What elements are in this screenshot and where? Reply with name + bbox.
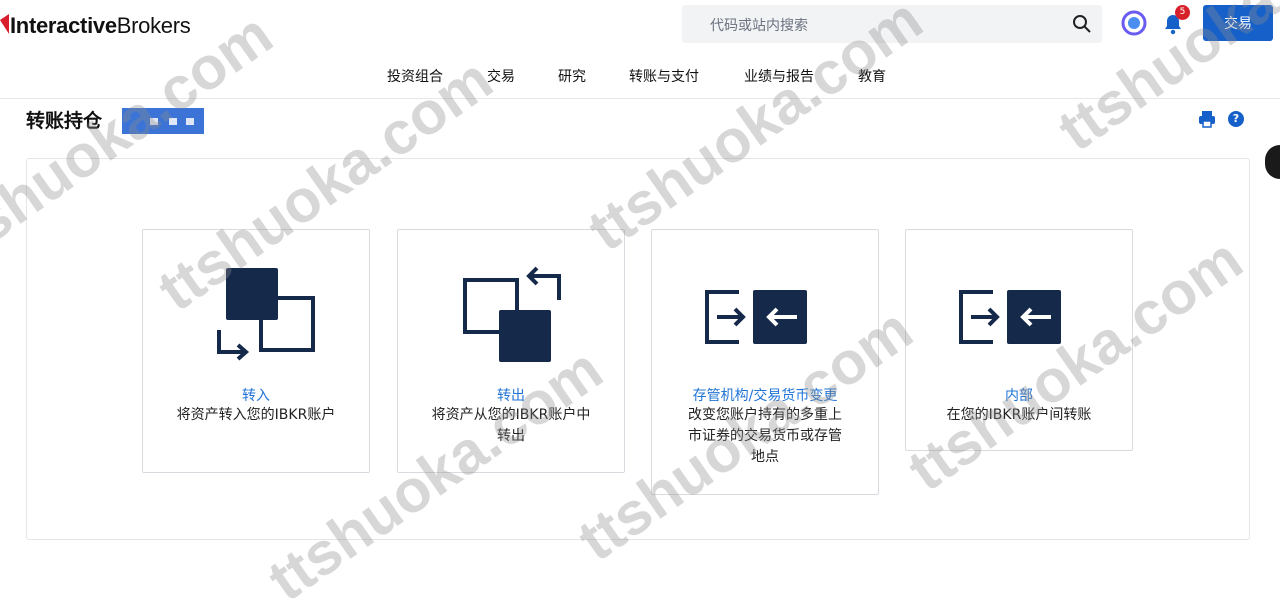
account-mask-dot [169,118,177,125]
nav-item-portfolio[interactable]: 投资组合 [387,66,443,86]
assistant-icon[interactable] [1121,10,1147,36]
card-description: 在您的IBKR账户间转账 [946,407,1092,423]
card-transfer-in[interactable]: 转入 将资产转入您的IBKR账户 [142,229,370,473]
account-mask-dot [186,118,194,125]
transfer-in-icon [217,268,315,361]
card-title[interactable]: 转出 [410,385,612,405]
nav-item-trade[interactable]: 交易 [487,66,515,86]
search-box[interactable]: 代码或站内搜索 [682,5,1102,43]
ib-logo[interactable]: InteractiveBrokers [0,10,191,42]
internal-transfer-icon [959,290,1061,344]
logo-mark-icon [0,14,9,34]
account-mask-dot [150,118,158,125]
card-internal-transfer[interactable]: 内部 在您的IBKR账户间转账 [905,229,1133,451]
nav-item-education[interactable]: 教育 [858,66,886,86]
print-icon[interactable] [1198,110,1216,128]
main-nav: 投资组合 交易 研究 转账与支付 业绩与报告 教育 [0,66,1280,88]
nav-item-research[interactable]: 研究 [558,66,586,86]
notification-badge: 5 [1175,5,1190,20]
nav-item-transfer-pay[interactable]: 转账与支付 [629,66,699,86]
search-icon[interactable] [1072,14,1092,34]
transfer-out-icon [463,266,561,362]
top-header: InteractiveBrokers 代码或站内搜索 5 交易 投资组合 交易 … [0,0,1280,99]
help-icon[interactable]: ? [1228,111,1244,127]
page-title: 转账持仓 [26,110,103,132]
card-description: 将资产转入您的IBKR账户 [176,407,336,423]
search-placeholder[interactable]: 代码或站内搜索 [710,15,808,35]
card-title[interactable]: 转入 [155,385,357,405]
custodian-change-icon [705,290,807,344]
card-description: 将资产从您的IBKR账户中转出 [431,407,591,444]
side-widget-button[interactable] [1265,145,1280,179]
card-title[interactable]: 存管机构/交易货币变更 [664,385,866,405]
card-transfer-out[interactable]: 转出 将资产从您的IBKR账户中转出 [397,229,625,473]
logo-text: InteractiveBrokers [10,13,191,38]
account-selector[interactable] [122,108,204,134]
card-description: 改变您账户持有的多重上市证券的交易货币或存管地点 [688,407,842,465]
nav-item-performance-reports[interactable]: 业绩与报告 [744,66,814,86]
card-title[interactable]: 内部 [918,385,1120,405]
card-custodian-change[interactable]: 存管机构/交易货币变更 改变您账户持有的多重上市证券的交易货币或存管地点 [651,229,879,495]
trade-button[interactable]: 交易 [1203,5,1273,41]
